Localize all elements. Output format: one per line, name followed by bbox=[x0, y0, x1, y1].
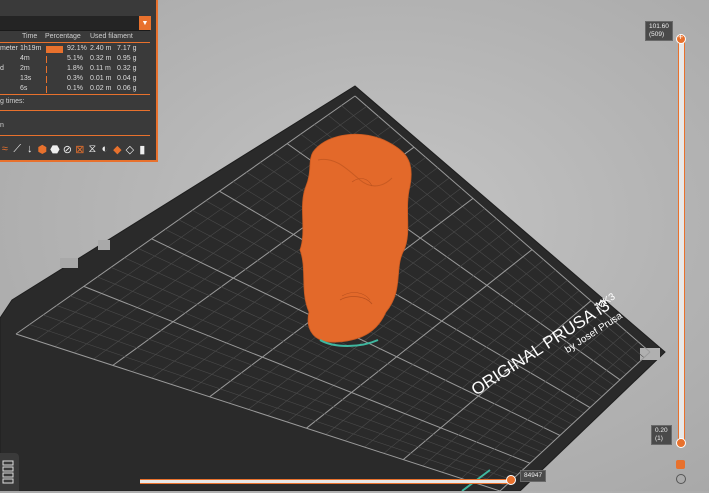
row-time: 4m bbox=[20, 55, 30, 62]
row-percent: 1.8% bbox=[67, 65, 83, 72]
row-time: 1h19m bbox=[20, 45, 42, 52]
cog-icon[interactable] bbox=[676, 474, 686, 484]
legend-row: 13s 0.3% 0.01 m 0.04 g bbox=[0, 75, 150, 85]
row-length: 0.32 m bbox=[90, 55, 112, 62]
move-slider-track[interactable] bbox=[140, 479, 512, 484]
top-layer-height: 101.60 bbox=[649, 23, 669, 30]
layer-slider-bottom-thumb[interactable] bbox=[676, 438, 686, 448]
row-length: 0.02 m bbox=[90, 85, 112, 92]
tool-changes-icon[interactable]: ⊠ bbox=[75, 142, 84, 157]
row-time: 2m bbox=[20, 65, 30, 72]
travel-icon[interactable]: ⟋ bbox=[12, 142, 21, 157]
row-length: 0.01 m bbox=[90, 75, 112, 82]
lock-icon[interactable] bbox=[676, 460, 685, 469]
top-layer-number: (509) bbox=[649, 31, 665, 38]
header-used-filament: Used filament bbox=[90, 33, 133, 40]
pause-icon[interactable]: ◐ bbox=[100, 142, 109, 157]
row-weight: 0.04 g bbox=[117, 75, 137, 82]
row-length: 2.40 m bbox=[90, 45, 112, 52]
percentage-bar bbox=[46, 46, 63, 53]
view-type-combo[interactable]: ▼ bbox=[0, 16, 151, 31]
top-layer-tooltip: 101.60 (509) bbox=[645, 21, 673, 41]
legend-divider bbox=[0, 110, 150, 111]
times-value: n bbox=[0, 122, 4, 129]
row-weight: 0.95 g bbox=[117, 55, 137, 62]
row-time: 6s bbox=[20, 85, 28, 92]
row-name: meter bbox=[0, 45, 18, 52]
legend-toolbar: ≈ ⟋ ↓ ⬢ ⬣ ⊘ ⊠ ⧖ ◐ ◆ ◇ ▮ bbox=[0, 139, 150, 159]
legend-row: d 2m 1.8% 0.11 m 0.32 g bbox=[0, 65, 150, 75]
legend-row: meter 1h19m 92.1% 2.40 m 7.17 g bbox=[0, 45, 150, 55]
row-percent: 92.1% bbox=[67, 45, 87, 52]
bottom-layer-tooltip: 0.20 (1) bbox=[651, 425, 672, 445]
legend-divider bbox=[0, 94, 150, 95]
legend-divider bbox=[0, 42, 150, 43]
layers-editing-button[interactable] bbox=[0, 453, 19, 491]
layer-slider-top-thumb[interactable]: + bbox=[676, 32, 686, 44]
row-percent: 0.1% bbox=[67, 85, 83, 92]
row-time: 13s bbox=[20, 75, 32, 82]
row-weight: 7.17 g bbox=[117, 45, 137, 52]
percentage-bar bbox=[46, 86, 47, 93]
deretractions-icon[interactable]: ⬣ bbox=[50, 142, 60, 157]
bed-notch bbox=[60, 258, 78, 268]
layers-icon bbox=[2, 460, 14, 484]
row-name: d bbox=[0, 65, 4, 72]
gcode-legend-panel: ▼ Time Percentage Used filament meter 1h1… bbox=[0, 0, 158, 162]
bottom-layer-height: 0.20 bbox=[655, 427, 668, 434]
row-length: 0.11 m bbox=[90, 65, 111, 72]
row-weight: 0.32 g bbox=[117, 65, 137, 72]
times-label: g times: bbox=[0, 98, 25, 105]
legend-row: 4m 5.1% 0.32 m 0.95 g bbox=[0, 55, 150, 65]
layer-slider-track[interactable] bbox=[678, 39, 685, 443]
tool-marker-icon[interactable]: ▮ bbox=[138, 142, 147, 157]
row-weight: 0.06 g bbox=[117, 85, 137, 92]
move-slider-value: 84947 bbox=[524, 472, 543, 479]
retractions-icon[interactable]: ⬢ bbox=[37, 142, 47, 157]
seams-icon[interactable]: ⊘ bbox=[63, 142, 72, 157]
percentage-bar bbox=[46, 76, 47, 83]
row-percent: 0.3% bbox=[67, 75, 83, 82]
bed-notch bbox=[98, 240, 110, 250]
bottom-layer-number: (1) bbox=[655, 435, 663, 442]
header-time: Time bbox=[22, 33, 38, 40]
move-slider-tooltip: 84947 bbox=[520, 470, 547, 482]
custom-gcode-icon[interactable]: ◆ bbox=[113, 142, 122, 157]
feature-type-icon[interactable]: ≈ bbox=[0, 142, 9, 157]
row-percent: 5.1% bbox=[67, 55, 83, 62]
wipe-icon[interactable]: ↓ bbox=[25, 142, 34, 157]
move-slider-thumb[interactable] bbox=[506, 475, 516, 485]
combo-arrow[interactable]: ▼ bbox=[139, 16, 151, 30]
color-changes-icon[interactable]: ⧖ bbox=[88, 142, 97, 157]
plus-icon: + bbox=[678, 32, 684, 42]
percentage-bar bbox=[46, 66, 47, 73]
shells-icon[interactable]: ◇ bbox=[125, 142, 134, 157]
legend-divider bbox=[0, 135, 150, 136]
header-percentage: Percentage bbox=[45, 33, 81, 40]
chevron-down-icon: ▼ bbox=[141, 19, 149, 27]
percentage-bar bbox=[46, 56, 47, 63]
